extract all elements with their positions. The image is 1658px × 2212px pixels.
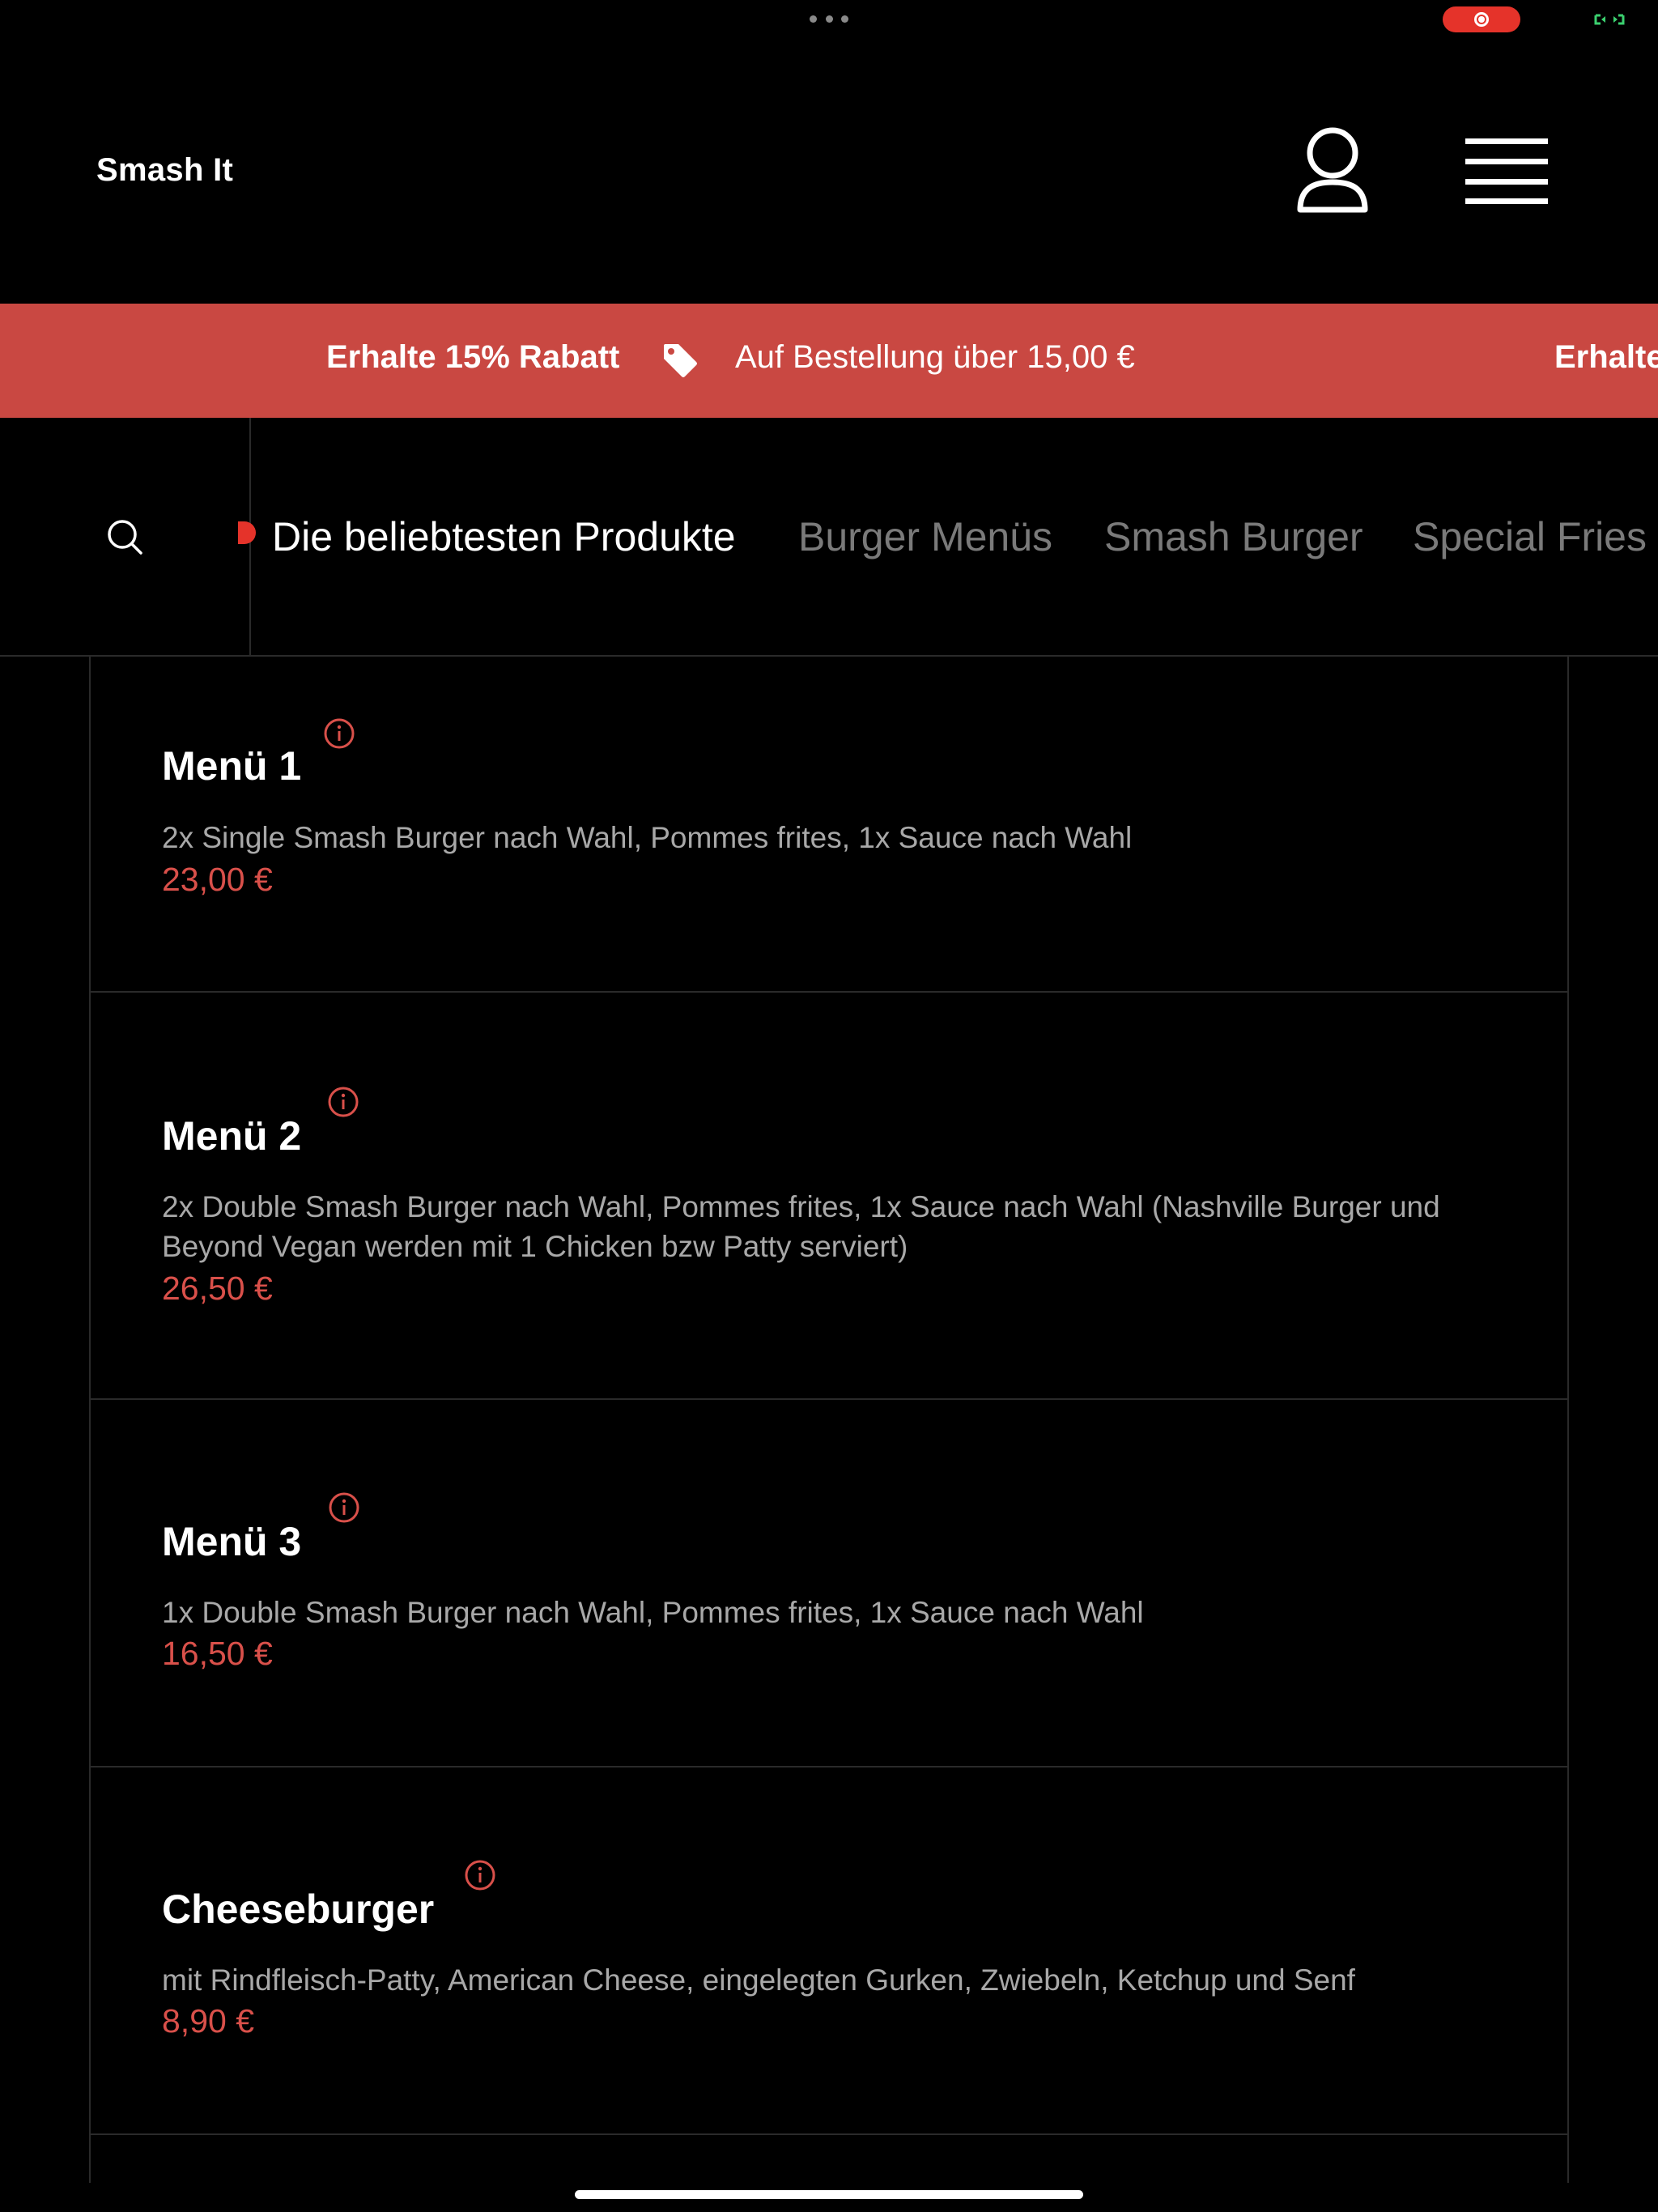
product-price: 26,50 € xyxy=(162,1270,273,1307)
info-icon[interactable] xyxy=(327,1086,359,1118)
product-list: Menü 1 2x Single Smash Burger nach Wahl,… xyxy=(89,657,1569,2183)
price-tag-icon xyxy=(664,344,697,377)
multitasking-dots[interactable] xyxy=(810,13,848,24)
user-icon[interactable] xyxy=(1294,125,1371,216)
tab-special-fries[interactable]: Special Fries xyxy=(1413,513,1647,560)
app-screen: Smash It Erhalte 15% Rabatt Auf Bestellu… xyxy=(0,0,1658,2212)
product-name: Menü 1 xyxy=(162,743,302,789)
product-price: 23,00 € xyxy=(162,861,273,898)
list-item[interactable]: Menü 3 1x Double Smash Burger nach Wahl,… xyxy=(91,1400,1567,1767)
product-description: 2x Single Smash Burger nach Wahl, Pommes… xyxy=(162,821,1133,854)
product-name: Cheeseburger xyxy=(162,1887,435,1932)
tab-burger-menus[interactable]: Burger Menüs xyxy=(798,513,1052,560)
tab-die-beliebtesten-produkte[interactable]: Die beliebtesten Produkte xyxy=(272,513,736,560)
brand-name[interactable]: Smash It xyxy=(96,152,233,189)
home-indicator[interactable] xyxy=(575,2190,1083,2199)
product-price: 16,50 € xyxy=(162,1635,273,1672)
screen-recording-indicator[interactable] xyxy=(1443,6,1520,32)
product-name: Menü 2 xyxy=(162,1113,302,1159)
list-item[interactable]: Menü 1 2x Single Smash Burger nach Wahl,… xyxy=(91,657,1567,993)
info-icon[interactable] xyxy=(464,1859,496,1891)
product-description: 1x Double Smash Burger nach Wahl, Pommes… xyxy=(162,1596,1144,1629)
info-icon[interactable] xyxy=(328,1491,360,1524)
category-nav: Die beliebtesten Produkte Burger Menüs S… xyxy=(0,418,1658,657)
promo-title-repeat: Erhalte xyxy=(1554,339,1658,375)
list-item[interactable]: Menü 2 2x Double Smash Burger nach Wahl,… xyxy=(91,993,1567,1400)
promo-banner[interactable]: Erhalte 15% Rabatt Auf Bestellung über 1… xyxy=(0,304,1658,418)
promo-subtitle: Auf Bestellung über 15,00 € xyxy=(735,339,1135,375)
search-button[interactable] xyxy=(0,418,251,656)
battery-icon xyxy=(1594,14,1625,25)
tab-smash-burger[interactable]: Smash Burger xyxy=(1104,513,1363,560)
info-icon[interactable] xyxy=(323,717,355,750)
product-name: Menü 3 xyxy=(162,1519,302,1564)
active-category-marker xyxy=(238,521,256,544)
promo-title: Erhalte 15% Rabatt xyxy=(326,339,620,375)
product-description: 2x Double Smash Burger nach Wahl, Pommes… xyxy=(162,1190,1440,1263)
search-icon xyxy=(108,520,142,555)
record-icon xyxy=(1474,12,1489,27)
product-price: 8,90 € xyxy=(162,2002,254,2040)
list-item[interactable]: Cheeseburger mit Rindfleisch-Patty, Amer… xyxy=(91,1767,1567,2135)
hamburger-menu-icon[interactable] xyxy=(1465,136,1548,206)
product-description: mit Rindfleisch-Patty, American Cheese, … xyxy=(162,1963,1355,1997)
